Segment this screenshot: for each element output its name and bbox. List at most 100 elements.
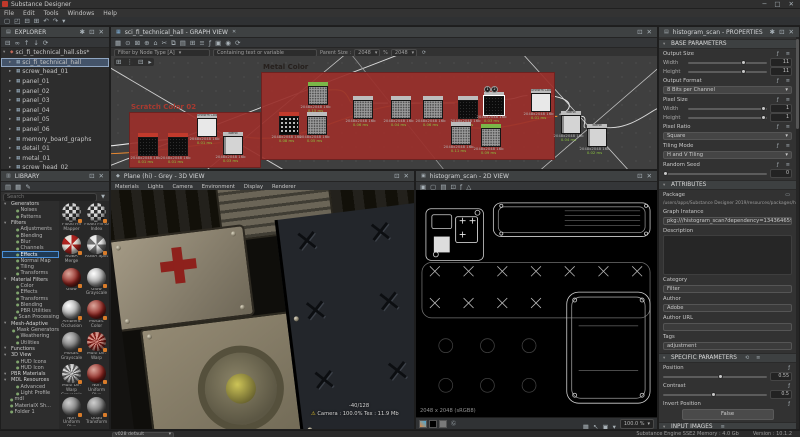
dropdown-8-bits-per-channel[interactable]: 8 Bits per Channel▾	[663, 86, 792, 94]
black-swatch[interactable]	[429, 420, 437, 428]
library-node-glow-grayscale[interactable]: Glow Grayscale	[84, 268, 109, 299]
filter-icon[interactable]: ▼	[99, 193, 107, 201]
slider-handle[interactable]	[711, 392, 716, 397]
refresh-icon[interactable]: ⟳	[41, 39, 50, 47]
dropdown-caret-icon[interactable]: ▾	[60, 17, 67, 25]
graph-node[interactable]: 2048x2048 16b0.01 ms	[138, 133, 158, 164]
snap-grid-icon[interactable]: ⊞	[188, 39, 197, 47]
node-thumbnail[interactable]	[458, 100, 478, 119]
menu-icon[interactable]: ≡	[784, 96, 792, 104]
node-thumbnail[interactable]	[561, 115, 581, 134]
section-specific-parameters[interactable]: ▾SPECIFIC PARAMETERS⟲≡	[659, 353, 796, 363]
tree-caret-icon[interactable]: ▸	[9, 89, 14, 94]
explorer-item-screw-head-02[interactable]: ▸▦screw_head_02	[1, 163, 109, 170]
node-thumbnail[interactable]	[62, 268, 81, 287]
text-field[interactable]: Adobe	[663, 304, 792, 312]
slider-track[interactable]	[688, 108, 767, 110]
explorer-item-panel-02[interactable]: ▸▦panel_02	[1, 86, 109, 96]
slider-track[interactable]	[663, 394, 767, 396]
view3d-menu-camera[interactable]: Camera	[168, 184, 196, 190]
graph-node[interactable]: 2048x2048 16b0.06 ms	[423, 96, 443, 127]
node-thumbnail[interactable]	[138, 137, 158, 156]
node-thumbnail[interactable]	[87, 397, 106, 416]
float-icon[interactable]: ⊡	[635, 172, 644, 180]
node-thumbnail[interactable]	[62, 397, 81, 416]
slider-track[interactable]	[663, 376, 767, 378]
menu-file[interactable]: File	[0, 10, 18, 17]
slider-value[interactable]: 1	[770, 113, 792, 122]
add-node-icon[interactable]: ⊕	[142, 39, 151, 47]
view3d-menu-display[interactable]: Display	[240, 184, 267, 190]
close-icon[interactable]: ✕	[645, 28, 654, 36]
tree-caret-icon[interactable]: ▸	[9, 137, 14, 142]
function-icon[interactable]: ƒ	[775, 142, 781, 150]
close-icon[interactable]: ✕	[645, 172, 654, 180]
library-node-flood-fill-to-index[interactable]: Flood Fill to Index	[84, 203, 109, 234]
explorer-item-panel-04[interactable]: ▸▦panel_04	[1, 106, 109, 116]
dropdown-square[interactable]: Square▾	[663, 132, 792, 140]
layers-icon[interactable]: ▣	[600, 423, 610, 430]
node-thumbnail[interactable]	[62, 332, 81, 351]
library-node-mosaic-color[interactable]: Mosaic Color	[84, 300, 109, 331]
library-node-flood-fill-mapper[interactable]: Flood Fill Mapper	[59, 203, 84, 234]
menu-icon[interactable]: ≡	[784, 123, 792, 131]
slider-value[interactable]: 0	[659, 169, 796, 178]
text-field[interactable]	[663, 323, 792, 331]
node-thumbnail[interactable]	[587, 128, 607, 147]
function-icon[interactable]: ƒ	[786, 364, 792, 372]
slider-handle[interactable]	[761, 106, 766, 111]
color-swatch[interactable]	[419, 420, 427, 428]
slider-handle[interactable]	[741, 69, 746, 74]
menu-windows[interactable]: Windows	[63, 10, 98, 17]
node-thumbnail[interactable]	[87, 300, 106, 319]
text-field[interactable]: pkg:///histogram_scan?dependency=1343646…	[663, 217, 792, 225]
delete-icon[interactable]: ⊠	[133, 39, 142, 47]
function-icon[interactable]: ƒ	[775, 123, 781, 131]
viewport-3d[interactable]: ✕✕ ✕✕ ✕✕ -40/128 ⚠ Camera : 100.0% Tex :…	[111, 190, 414, 429]
library-node-non-uniform-blur-grayscale[interactable]: Non Uniform Blur Grayscale	[59, 397, 84, 428]
library-category-folder-1[interactable]: ●Folder 1	[2, 409, 59, 415]
float-icon[interactable]: ⊡	[87, 172, 96, 180]
grid-icon[interactable]: ▦	[581, 423, 591, 430]
slider-track[interactable]	[688, 117, 767, 119]
maximize-icon[interactable]: □	[772, 0, 782, 8]
viewport-2d[interactable]: 2048 x 2048 (sRGB8)	[416, 190, 657, 417]
pin-icon[interactable]: ✱	[78, 28, 87, 36]
tree-caret-icon[interactable]: ▸	[9, 79, 14, 84]
node-thumbnail[interactable]	[87, 203, 106, 222]
view3d-menu-environment[interactable]: Environment	[198, 184, 239, 190]
list-view-icon[interactable]: ▤	[3, 183, 13, 191]
gray-swatch[interactable]	[439, 420, 447, 428]
node-thumbnail[interactable]	[87, 332, 106, 351]
zoom-level-dropdown[interactable]: 100.0 %▾	[620, 419, 654, 429]
dropdown-h-and-v-tiling[interactable]: H and V Tiling▾	[663, 151, 792, 159]
node-thumbnail[interactable]	[223, 136, 243, 155]
function-icon[interactable]: ƒ	[786, 382, 792, 390]
close-icon[interactable]: ✕	[97, 172, 106, 180]
link-icon[interactable]: ∞	[12, 39, 21, 47]
graph-node[interactable]: 2048x2048 16b0.03 ms12	[484, 92, 504, 123]
view3d-menu-renderer[interactable]: Renderer	[268, 184, 300, 190]
save-icon[interactable]: ⊟	[136, 58, 145, 66]
slider-track[interactable]	[663, 173, 767, 175]
align-icon[interactable]: ≡	[197, 39, 206, 47]
save-icon[interactable]: ⊟	[3, 39, 12, 47]
slider-track[interactable]	[688, 71, 767, 73]
node-thumbnail[interactable]	[87, 364, 106, 383]
graph-node[interactable]: 2048x2048 16b0.15 ms	[308, 82, 328, 113]
caret-down-icon[interactable]: ▾	[611, 423, 618, 430]
library-node-rgba-split[interactable]: RGBA Split	[84, 235, 109, 266]
frame-all-icon[interactable]: ▦	[113, 39, 123, 47]
slider-track[interactable]	[688, 62, 767, 64]
library-node-ambient-occlusion[interactable]: Ambient Occlusion	[59, 300, 84, 331]
tree-caret-icon[interactable]: ▸	[9, 60, 14, 65]
node-thumbnail[interactable]	[531, 93, 551, 112]
graph-node-uniform-color[interactable]: Uniform Color2048x2048 16b0.01 ms	[531, 89, 551, 120]
tiling-icon[interactable]: ▤	[178, 39, 188, 47]
view3d-menu-materials[interactable]: Materials	[111, 184, 143, 190]
undo-icon[interactable]: ↶	[41, 17, 50, 25]
node-thumbnail[interactable]	[62, 364, 81, 383]
slider-value[interactable]: 0.55	[659, 372, 796, 381]
explorer-item-metal-01[interactable]: ▸▦metal_01	[1, 154, 109, 164]
function-icon[interactable]: ƒ	[775, 96, 781, 104]
